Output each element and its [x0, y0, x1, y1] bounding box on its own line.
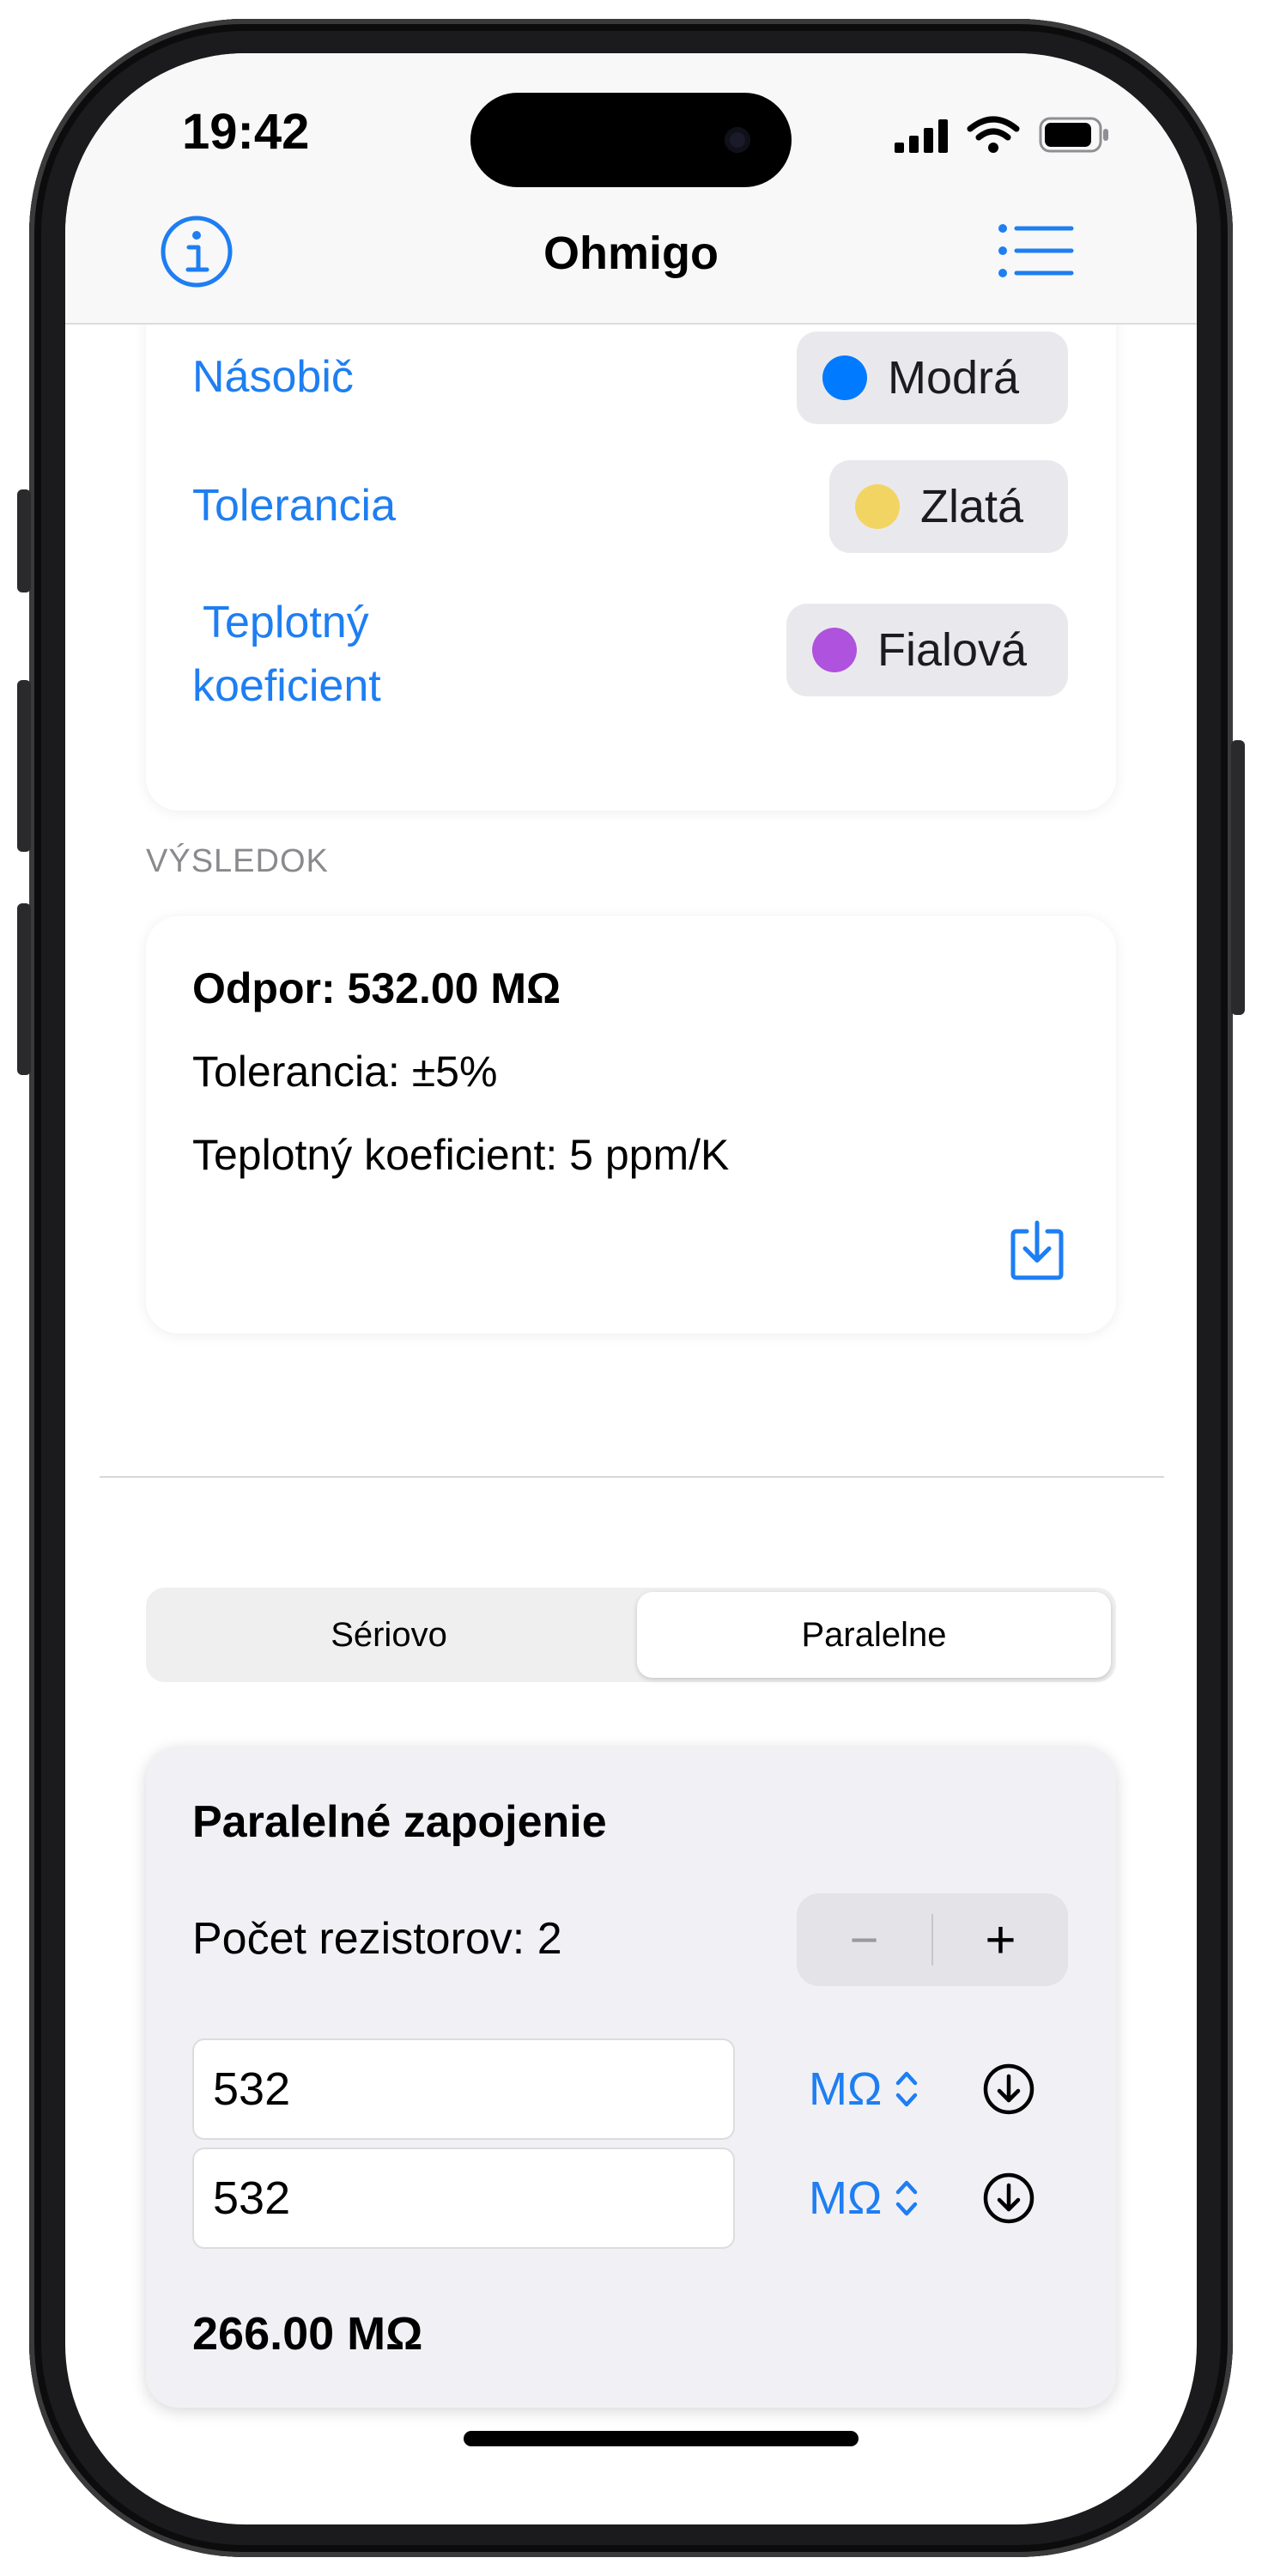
cellular-signal-icon — [893, 117, 953, 155]
temp-coef-color-picker[interactable]: Fialová — [786, 604, 1068, 696]
list-icon[interactable] — [998, 222, 1075, 280]
screen: Násobič Modrá Tolerancia Zlatá Teplotný … — [65, 53, 1197, 2524]
parallel-title: Paralelné zapojenie — [192, 1797, 607, 1847]
resistor-value-input[interactable]: 532 — [192, 2038, 735, 2140]
chevron-up-down-icon — [896, 2071, 918, 2107]
volume-up-button — [17, 680, 31, 852]
action-button — [17, 489, 31, 592]
temp-coef-color-value: Fialová — [877, 624, 1028, 676]
resistor-count-label: Počet rezistorov: 2 — [192, 1914, 562, 1964]
power-button — [1231, 740, 1245, 1015]
multiplier-color-value: Modrá — [888, 352, 1020, 404]
color-swatch-purple — [812, 628, 857, 672]
status-time: 19:42 — [182, 104, 310, 160]
unit-label: MΩ — [809, 2172, 883, 2224]
parallel-total-result: 266.00 MΩ — [192, 2308, 423, 2360]
color-swatch-blue — [822, 355, 867, 400]
band-label-multiplier[interactable]: Násobič — [192, 345, 354, 409]
battery-icon — [1039, 117, 1111, 153]
tolerance-result: Tolerancia: ±5% — [192, 1048, 498, 1096]
segment-parallel[interactable]: Paralelne — [637, 1592, 1111, 1678]
result-section-header: VÝSLEDOK — [146, 843, 329, 879]
band-label-tolerance[interactable]: Tolerancia — [192, 474, 396, 538]
tolerance-color-value: Zlatá — [920, 481, 1024, 532]
stepper-plus-button[interactable]: + — [933, 1893, 1068, 1986]
resistor-unit-picker[interactable]: MΩ — [809, 2168, 919, 2228]
volume-down-button — [17, 903, 31, 1075]
temp-coef-result: Teplotný koeficient: 5 ppm/K — [192, 1131, 730, 1179]
stepper-minus-button[interactable]: − — [797, 1893, 931, 1986]
resistor-value-input[interactable]: 532 — [192, 2148, 735, 2249]
arrow-down-circle-icon[interactable] — [982, 2063, 1035, 2116]
chevron-up-down-icon — [896, 2180, 918, 2216]
band-label-temp-coef-line2[interactable]: koeficient — [192, 654, 381, 718]
band-label-temp-coef-line1[interactable]: Teplotný — [203, 591, 369, 654]
segment-series[interactable]: Sériovo — [146, 1592, 632, 1678]
color-swatch-gold — [855, 484, 900, 529]
wifi-icon — [967, 115, 1020, 155]
resistance-result: Odpor: 532.00 MΩ — [192, 964, 561, 1012]
tolerance-color-picker[interactable]: Zlatá — [829, 460, 1068, 553]
download-tray-icon[interactable] — [1008, 1219, 1066, 1281]
home-indicator[interactable] — [464, 2431, 859, 2446]
unit-label: MΩ — [809, 2063, 883, 2115]
section-divider — [100, 1476, 1164, 1478]
arrow-down-circle-icon[interactable] — [982, 2172, 1035, 2225]
camera-icon — [725, 127, 750, 153]
multiplier-color-picker[interactable]: Modrá — [797, 331, 1068, 424]
resistor-unit-picker[interactable]: MΩ — [809, 2059, 919, 2119]
